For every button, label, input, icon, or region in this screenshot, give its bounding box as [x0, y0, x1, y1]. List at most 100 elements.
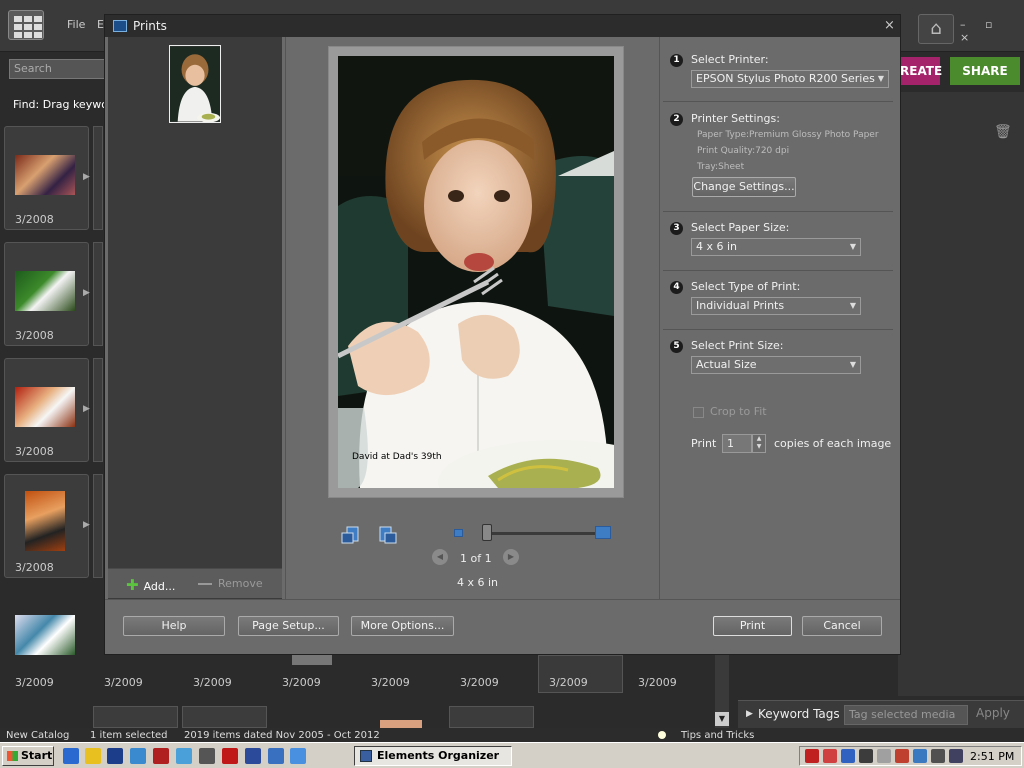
next-page-icon[interactable]: ▶ — [503, 549, 519, 565]
cancel-button[interactable]: Cancel — [802, 616, 882, 636]
home-icon[interactable]: ⌂ — [918, 14, 954, 44]
tray-app-icon[interactable] — [841, 749, 855, 763]
rotate-right-icon[interactable] — [378, 525, 398, 545]
keyword-tags-bar: ▶ Keyword Tags Tag selected media Apply — [738, 700, 1024, 728]
paper-size-dropdown[interactable]: 4 x 6 in ▼ — [691, 238, 861, 256]
organizer-app-icon — [360, 750, 372, 762]
app-icon[interactable] — [268, 748, 284, 764]
mail-icon[interactable] — [153, 748, 169, 764]
tray-app-icon[interactable] — [895, 749, 909, 763]
start-button[interactable]: Start — [2, 746, 54, 766]
tray-app-icon[interactable] — [859, 749, 873, 763]
media-thumbnail-edge — [93, 242, 103, 346]
grid-view-icon[interactable] — [8, 10, 44, 40]
tray-app-icon[interactable] — [877, 749, 891, 763]
word-icon[interactable] — [107, 748, 123, 764]
media-thumbnail-edge — [93, 126, 103, 230]
trash-icon[interactable]: 🗑 — [994, 124, 1012, 140]
tray-app-icon[interactable] — [805, 749, 819, 763]
tray-text: Tray:Sheet — [697, 162, 745, 172]
copies-input[interactable]: 1 — [722, 434, 752, 453]
browser-icon[interactable] — [130, 748, 146, 764]
zoom-in-icon[interactable] — [595, 526, 611, 539]
photo-thumbnail[interactable] — [15, 615, 75, 655]
preview-photo-image — [338, 56, 614, 488]
pdf-icon[interactable] — [222, 748, 238, 764]
media-thumbnail[interactable]: ▶ 3/2008 — [4, 126, 90, 230]
divider — [663, 270, 893, 271]
media-thumbnail[interactable]: ▶ 3/2008 — [4, 474, 90, 578]
system-tray: 2:51 PM — [799, 746, 1022, 766]
stack-arrow-icon[interactable]: ▶ — [83, 404, 90, 414]
previous-page-icon[interactable]: ◀ — [432, 549, 448, 565]
taskbar-window-button[interactable]: Elements Organizer — [354, 746, 512, 766]
page-setup-button[interactable]: Page Setup... — [238, 616, 339, 636]
share-tab[interactable]: SHARE — [950, 57, 1020, 85]
crop-to-fit-checkbox[interactable] — [693, 407, 704, 418]
zoom-slider-handle[interactable] — [482, 524, 492, 541]
internet-explorer-icon[interactable] — [63, 748, 79, 764]
print-button[interactable]: Print — [713, 616, 792, 636]
status-catalog[interactable]: New Catalog — [6, 730, 69, 741]
media-thumbnail[interactable] — [93, 706, 178, 728]
photo-thumbnail[interactable] — [380, 720, 422, 728]
media-thumbnail[interactable]: ▶ 3/2008 — [4, 358, 90, 462]
search-input[interactable]: Search — [9, 59, 109, 79]
messenger-icon[interactable] — [176, 748, 192, 764]
keyword-tags-label[interactable]: Keyword Tags — [758, 707, 840, 721]
status-tips[interactable]: Tips and Tricks — [681, 730, 754, 741]
remove-button[interactable]: Remove — [198, 577, 263, 590]
print-preview-photo[interactable]: David at Dad's 39th — [338, 56, 614, 488]
tag-input[interactable]: Tag selected media — [844, 705, 968, 725]
chevron-down-icon: ▼ — [849, 360, 856, 369]
chevron-down-icon: ▼ — [877, 74, 884, 83]
select-print-type-label: Select Type of Print: — [691, 280, 801, 293]
menu-edit[interactable]: E — [97, 18, 104, 31]
print-settings-panel: 1 Select Printer: EPSON Stylus Photo R20… — [663, 37, 898, 599]
change-settings-button[interactable]: Change Settings... — [692, 177, 796, 197]
print-type-dropdown[interactable]: Individual Prints ▼ — [691, 297, 861, 315]
photo-thumbnail[interactable] — [292, 655, 332, 665]
expand-arrow-icon[interactable]: ▶ — [746, 709, 753, 719]
help-button[interactable]: Help — [123, 616, 225, 636]
stack-arrow-icon[interactable]: ▶ — [83, 172, 90, 182]
media-thumbnail[interactable]: ▶ 3/2008 — [4, 242, 90, 346]
more-options-button[interactable]: More Options... — [351, 616, 454, 636]
tray-app-icon[interactable] — [931, 749, 945, 763]
volume-icon[interactable] — [949, 749, 963, 763]
page-indicator: 1 of 1 — [460, 552, 492, 565]
copies-stepper[interactable]: ▲ ▼ — [752, 434, 766, 453]
media-thumbnail[interactable] — [449, 706, 534, 728]
add-button[interactable]: ✚ Add... — [126, 576, 175, 594]
close-icon[interactable]: × — [884, 18, 895, 33]
editor-icon[interactable] — [245, 748, 261, 764]
window-controls[interactable]: – ▫ × — [960, 18, 1024, 44]
create-tab[interactable]: REATE — [898, 57, 942, 85]
thumb-date: 3/2008 — [15, 561, 54, 574]
tray-app-icon[interactable] — [823, 749, 837, 763]
rotate-left-icon[interactable] — [340, 525, 360, 545]
stack-arrow-icon[interactable]: ▶ — [83, 288, 90, 298]
menu-file[interactable]: File — [67, 18, 85, 31]
apply-button[interactable]: Apply — [976, 706, 1010, 720]
media-player-icon[interactable] — [85, 748, 101, 764]
windows-taskbar: Start Elements Organizer 2:51 PM — [0, 742, 1024, 768]
zoom-slider[interactable] — [483, 532, 605, 535]
photoshop-elements-icon[interactable] — [290, 748, 306, 764]
thumb-date: 3/2008 — [15, 213, 54, 226]
zoom-out-icon[interactable] — [454, 529, 463, 537]
selected-photo-thumbnail[interactable] — [169, 45, 221, 123]
calculator-icon[interactable] — [199, 748, 215, 764]
status-selected: 1 item selected — [90, 730, 168, 741]
print-size-value: Actual Size — [696, 358, 757, 371]
printer-dropdown[interactable]: EPSON Stylus Photo R200 Series ▼ — [691, 70, 889, 88]
scroll-down-icon[interactable]: ▼ — [715, 712, 729, 726]
print-size-dropdown[interactable]: Actual Size ▼ — [691, 356, 861, 374]
taskbar-window-label: Elements Organizer — [377, 749, 500, 762]
crop-to-fit-label: Crop to Fit — [710, 405, 767, 418]
stack-arrow-icon[interactable]: ▶ — [83, 520, 90, 530]
tray-app-icon[interactable] — [913, 749, 927, 763]
select-print-size-label: Select Print Size: — [691, 339, 784, 352]
media-thumbnail[interactable] — [182, 706, 267, 728]
dialog-titlebar[interactable]: Prints × — [105, 15, 900, 37]
